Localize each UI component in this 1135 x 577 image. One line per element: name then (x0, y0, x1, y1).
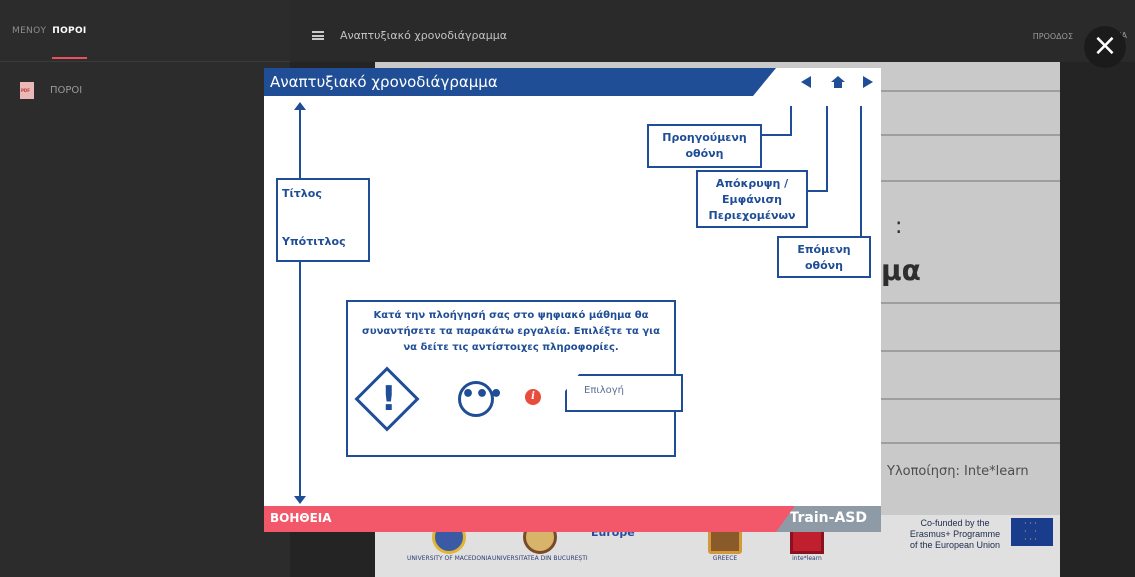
toggle-contents-label: Απόκρυψη / Εμφάνιση Περιεχομένων (696, 170, 808, 228)
help-modal: Αναπτυξιακό χρονοδιάγραμμα Τίτλος Υπότιτ… (264, 68, 881, 532)
title-label: Τίτλος (282, 187, 322, 200)
prev-screen-label: Προηγούμενη οθόνη (647, 124, 762, 168)
brick-line (855, 180, 1060, 182)
arrow-down-icon (294, 496, 306, 504)
home-button[interactable] (831, 75, 845, 89)
sidebar-tabs: ΜΕΝΟΥ ΠΟΡΟΙ (0, 0, 290, 62)
footer-brand: Train-ASD (776, 506, 881, 532)
brick-line (855, 350, 1060, 352)
modal-nav (753, 68, 881, 96)
modal-footer: ΒΟΗΘΕΙΑ Train-ASD (264, 506, 881, 532)
arrow-right-icon (863, 76, 873, 88)
close-icon: × (1092, 28, 1118, 63)
main-header: Αναπτυξιακό χρονοδιάγραμμα ΠΡΟΟΔΟΣ ΒΟΗΘΕ… (290, 0, 1135, 62)
page-title: Αναπτυξιακό χρονοδιάγραμμα (340, 29, 507, 42)
exclamation-icon: ! (381, 379, 397, 419)
tab-menu[interactable]: ΜΕΝΟΥ (12, 26, 46, 36)
modal-title: Αναπτυξιακό χρονοδιάγραμμα (270, 73, 498, 91)
footer-help-label: ΒΟΗΘΕΙΑ (270, 511, 332, 525)
pdf-icon (20, 81, 34, 99)
arrow-left-icon (801, 76, 811, 88)
tools-info-box: Κατά την πλοήγησή σας στο ψηφιακό μάθημα… (346, 300, 683, 457)
callout-line (806, 190, 828, 192)
tools-info-text: Κατά την πλοήγησή σας στο ψηφιακό μάθημα… (362, 310, 660, 353)
vertical-arrow-line (299, 106, 301, 498)
close-button[interactable]: × (1084, 26, 1126, 68)
sidebar-item-poroi[interactable]: ΠΟΡΟΙ (0, 76, 290, 104)
subtitle-label: Υπότιτλος (282, 235, 346, 248)
sidebar-item-label: ΠΟΡΟΙ (50, 84, 83, 96)
hamburger-icon[interactable] (312, 31, 324, 40)
info-icon[interactable]: i (525, 389, 541, 405)
title-subtitle-box: Τίτλος Υπότιτλος (276, 178, 370, 262)
sidebar: ΜΕΝΟΥ ΠΟΡΟΙ ΠΟΡΟΙ (0, 0, 290, 577)
callout-line (826, 106, 828, 192)
prev-button[interactable] (799, 75, 813, 89)
progress-link[interactable]: ΠΡΟΟΔΟΣ (1033, 32, 1073, 41)
choice-label: Επιλογή (584, 385, 625, 396)
callout-line (860, 106, 862, 256)
cofunded-text: Co-funded by the Erasmus+ Programme of t… (909, 518, 1001, 550)
next-button[interactable] (861, 75, 875, 89)
eu-flag-icon (1011, 518, 1053, 546)
brick-line (855, 442, 1060, 444)
arrow-up-icon (294, 102, 306, 110)
home-icon (831, 76, 845, 88)
callout-line (762, 134, 792, 136)
brick-line (855, 90, 1060, 92)
screen: ΜΕΝΟΥ ΠΟΡΟΙ ΠΟΡΟΙ Αναπτυξιακό χρονοδιάγρ… (0, 0, 1135, 577)
slide-text-1: : (895, 214, 903, 239)
slide-credit: Υλοποίηση: Inte*learn (887, 464, 1029, 479)
tab-poroi[interactable]: ΠΟΡΟΙ (52, 26, 87, 59)
modal-title-bar: Αναπτυξιακό χρονοδιάγραμμα (264, 68, 881, 96)
next-screen-label: Επόμενη οθόνη (777, 236, 871, 278)
callout-line (790, 106, 792, 136)
more-dots-icon[interactable]: ••• (458, 381, 503, 417)
slide-text-2: μα (881, 254, 921, 287)
